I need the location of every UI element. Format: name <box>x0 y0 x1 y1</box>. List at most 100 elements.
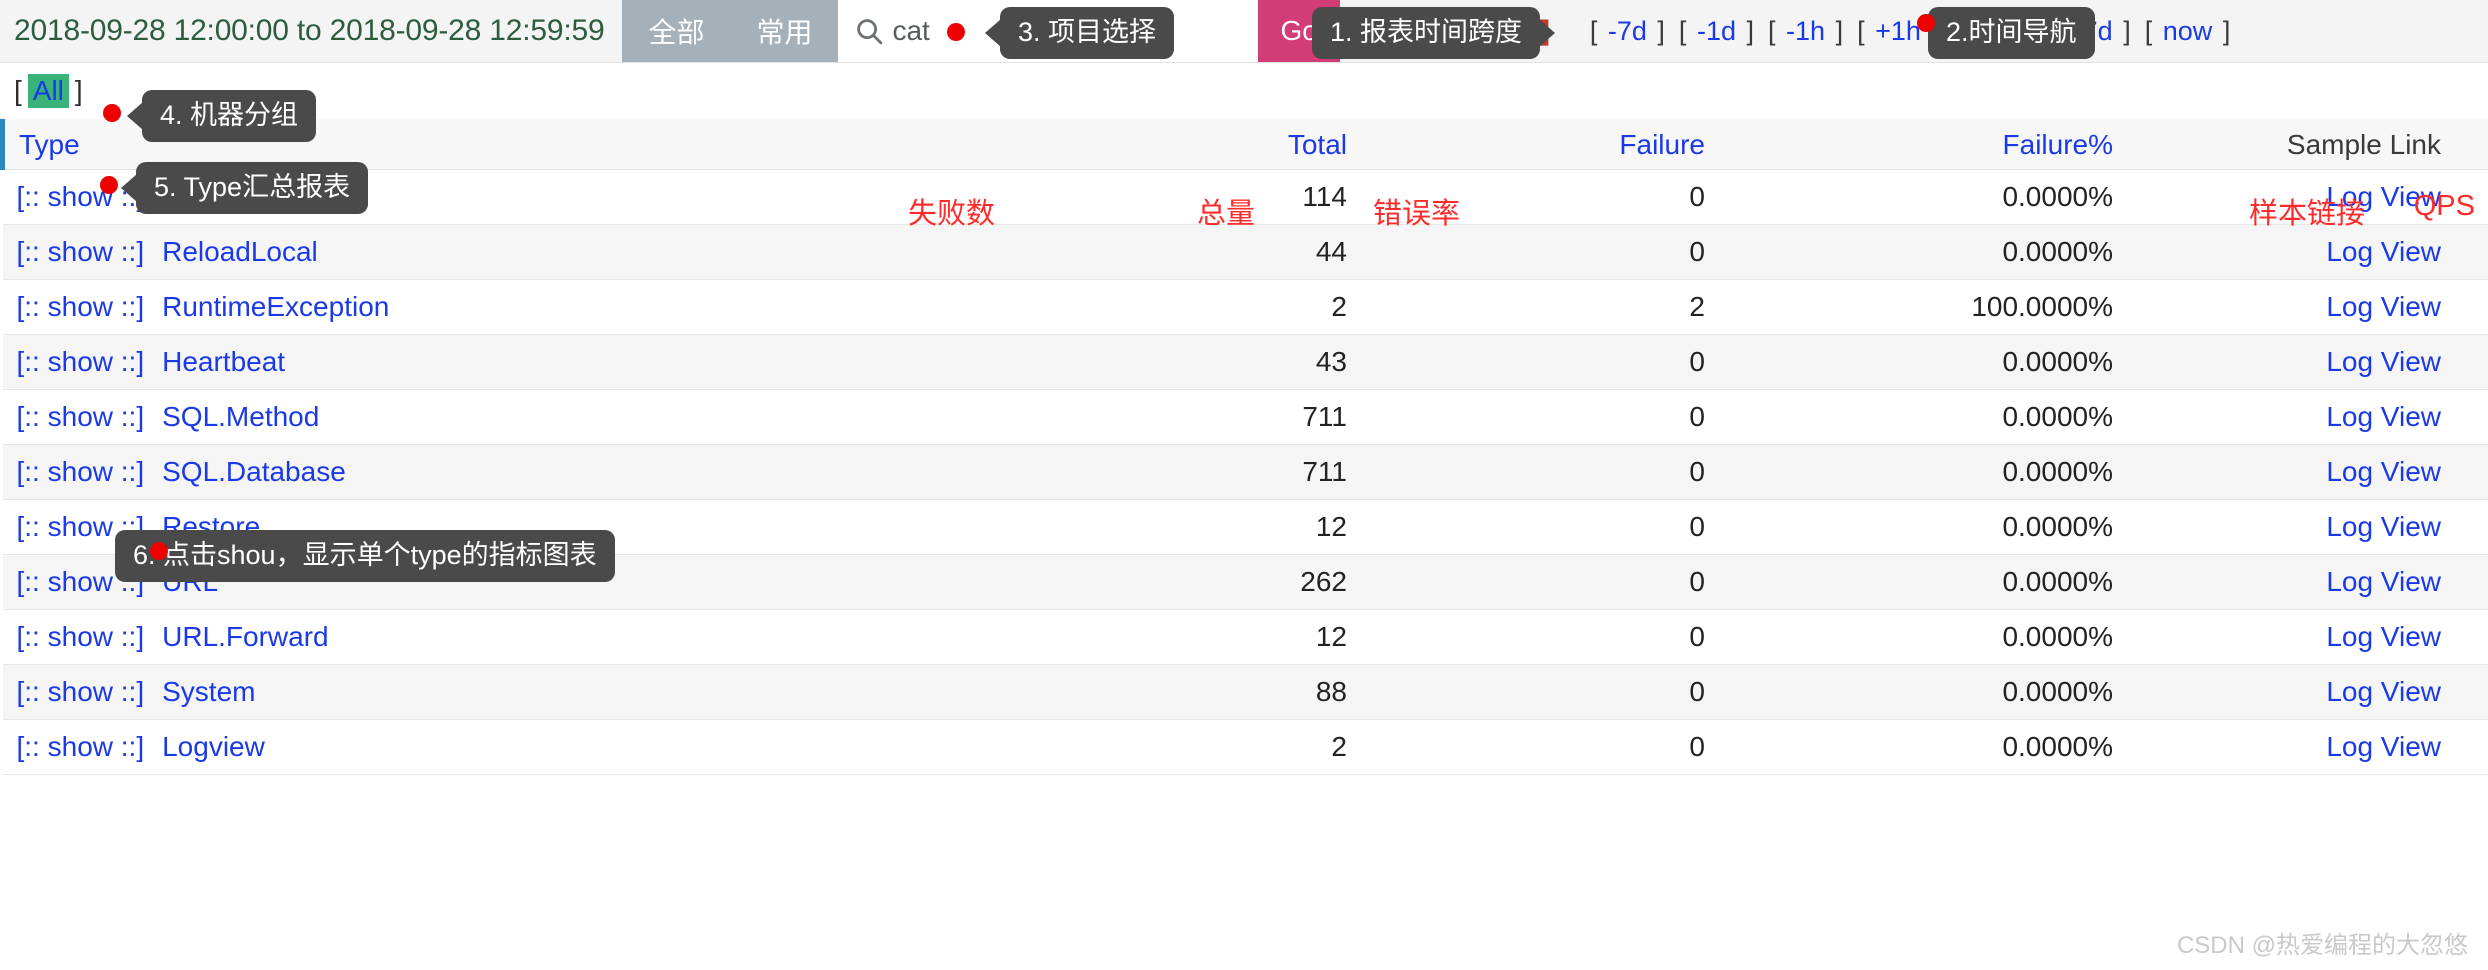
show-link[interactable]: [:: show ::] <box>17 676 145 707</box>
type-name-link[interactable]: SQL.Method <box>162 401 319 432</box>
table-row[interactable]: [:: show ::] URL.Forward 12 0 0.0000% Log… <box>2 609 2488 665</box>
cell-total: 711 <box>1033 444 1361 500</box>
row-type-cell: [:: show ::] URL.Forward <box>2 609 1033 665</box>
cell-failure: 0 <box>1361 334 1719 390</box>
cell-sample-link: Log View <box>2127 499 2455 555</box>
cell-qps: 0.3 <box>2455 444 2488 500</box>
log-view-link[interactable]: Log View <box>2326 621 2441 652</box>
timenav-item-now[interactable]: [ now ] <box>2145 16 2231 47</box>
cell-qps: 0.0 <box>2455 609 2488 665</box>
show-link[interactable]: [:: show ::] <box>17 291 145 322</box>
watermark: CSDN @热爱编程的大忽悠 <box>2176 932 2468 959</box>
table-row[interactable]: [:: show ::] SQL.Database 711 0 0.0000% L… <box>2 444 2488 500</box>
table-row[interactable]: [:: show ::] RuntimeException 2 2 100.000… <box>2 279 2488 335</box>
scope-all-button[interactable]: 全部 <box>622 0 730 62</box>
column-header-failure[interactable]: Failure <box>1361 119 1719 170</box>
scope-common-button[interactable]: 常用 <box>730 0 838 62</box>
annotation-callout-5: 5. Type汇总报表 <box>136 162 369 214</box>
cell-sample-link: Log View <box>2127 334 2455 390</box>
log-view-link[interactable]: Log View <box>2326 676 2441 707</box>
show-link[interactable]: [:: show ::] <box>17 236 145 267</box>
cell-failure: 0 <box>1361 389 1719 445</box>
cell-failure: 2 <box>1361 279 1719 335</box>
cell-sample-link: Log View <box>2127 719 2455 775</box>
date-range-display[interactable]: 2018-09-28 12:00:00 to 2018-09-28 12:59:… <box>0 0 622 62</box>
type-name-link[interactable]: ReloadLocal <box>162 236 318 267</box>
cell-failure-pct: 0.0000% <box>1719 444 2127 500</box>
cell-failure-pct: 0.0000% <box>1719 334 2127 390</box>
show-link[interactable]: [:: show ::] <box>17 731 145 762</box>
cell-failure-pct: 100.0000% <box>1719 279 2127 335</box>
timenav-item-minus7d[interactable]: [ -7d ] <box>1590 16 1665 47</box>
table-row[interactable]: [:: show ::] SQL.Method 711 0 0.0000% Log… <box>2 389 2488 445</box>
cell-failure: 0 <box>1361 609 1719 665</box>
search-icon <box>854 16 884 46</box>
table-header-row: Type Total Failure Failure% Sample Link … <box>0 119 2488 170</box>
cell-total: 114 <box>1033 169 1361 225</box>
log-view-link[interactable]: Log View <box>2326 236 2441 267</box>
timenav-link-minus1d[interactable]: -1d <box>1694 16 1739 46</box>
column-header-qps: QPS <box>2455 119 2488 170</box>
search-input[interactable]: cat <box>892 15 929 47</box>
timenav-link-minus7d[interactable]: -7d <box>1605 16 1650 46</box>
cell-qps: 0.0 <box>2455 719 2488 775</box>
timenav-link-minus1h[interactable]: -1h <box>1783 16 1828 46</box>
log-view-link[interactable]: Log View <box>2326 401 2441 432</box>
type-name-link[interactable]: SQL.Database <box>162 456 346 487</box>
cell-sample-link: Log View <box>2127 554 2455 610</box>
row-type-cell: [:: show ::] ReloadLocal <box>2 224 1033 280</box>
cell-failure-pct: 0.0000% <box>1719 719 2127 775</box>
log-view-link[interactable]: Log View <box>2326 291 2441 322</box>
cell-total: 12 <box>1033 499 1361 555</box>
timenav-link-now[interactable]: now <box>2160 16 2216 46</box>
cell-failure-pct: 0.0000% <box>1719 169 2127 225</box>
cell-failure-pct: 0.0000% <box>1719 224 2127 280</box>
column-header-total[interactable]: Total <box>1033 119 1361 170</box>
type-name-link[interactable]: URL.Forward <box>162 621 328 652</box>
cell-total: 2 <box>1033 719 1361 775</box>
table-row[interactable]: [:: show ::] Logview 2 0 0.0000% Log View… <box>2 719 2488 775</box>
type-name-link[interactable]: Heartbeat <box>162 346 285 377</box>
column-header-sample-link: Sample Link <box>2127 119 2455 170</box>
cell-failure: 0 <box>1361 169 1719 225</box>
annotation-dot-2 <box>1917 14 1935 32</box>
type-name-link[interactable]: RuntimeException <box>162 291 389 322</box>
log-view-link[interactable]: Log View <box>2326 731 2441 762</box>
timenav-item-minus1d[interactable]: [ -1d ] <box>1679 16 1754 47</box>
show-link[interactable]: [:: show ::] <box>17 401 145 432</box>
type-name-link[interactable]: System <box>162 676 255 707</box>
show-link[interactable]: [:: show ::] <box>17 346 145 377</box>
row-type-cell: [:: show ::] RuntimeException <box>2 279 1033 335</box>
cell-failure-pct: 0.0000% <box>1719 499 2127 555</box>
timenav-item-minus1h[interactable]: [ -1h ] <box>1768 16 1843 47</box>
table-row[interactable]: [:: show ::] System 88 0 0.0000% Log View… <box>2 664 2488 720</box>
report-table-container: Type Total Failure Failure% Sample Link … <box>0 119 2488 775</box>
type-name-link[interactable]: Logview <box>162 731 265 762</box>
show-link[interactable]: [:: show ::] <box>17 456 145 487</box>
machine-group-bar: [ All ] <box>0 63 2488 119</box>
cell-qps: 0.0 <box>2455 499 2488 555</box>
machine-group-all[interactable]: All <box>27 74 69 108</box>
log-view-link[interactable]: Log View <box>2326 181 2441 212</box>
cell-qps: 0.0 <box>2455 169 2488 225</box>
cell-failure: 0 <box>1361 444 1719 500</box>
table-body: [:: show ::]UserIp 114 0 0.0000% Log Vie… <box>2 169 2488 775</box>
row-type-cell: [:: show ::] Logview <box>2 719 1033 775</box>
cell-qps: 0.0 <box>2455 664 2488 720</box>
log-view-link[interactable]: Log View <box>2326 511 2441 542</box>
log-view-link[interactable]: Log View <box>2326 566 2441 597</box>
log-view-link[interactable]: Log View <box>2326 456 2441 487</box>
annotation-callout-3: 3. 项目选择 <box>1000 7 1175 59</box>
table-row[interactable]: [:: show ::] ReloadLocal 44 0 0.0000% Log… <box>2 224 2488 280</box>
timenav-link-plus1h[interactable]: +1h <box>1872 16 1924 46</box>
table-row[interactable]: [:: show ::]UserIp 114 0 0.0000% Log Vie… <box>2 169 2488 225</box>
cell-total: 711 <box>1033 389 1361 445</box>
row-type-cell: [:: show ::] Heartbeat <box>2 334 1033 390</box>
annotation-dot-3 <box>947 23 965 41</box>
log-view-link[interactable]: Log View <box>2326 346 2441 377</box>
show-link[interactable]: [:: show ::] <box>17 621 145 652</box>
cell-sample-link: Log View <box>2127 224 2455 280</box>
table-row[interactable]: [:: show ::] Heartbeat 43 0 0.0000% Log V… <box>2 334 2488 390</box>
column-header-failure-pct[interactable]: Failure% <box>1719 119 2127 170</box>
group-open-bracket: [ <box>14 75 22 106</box>
